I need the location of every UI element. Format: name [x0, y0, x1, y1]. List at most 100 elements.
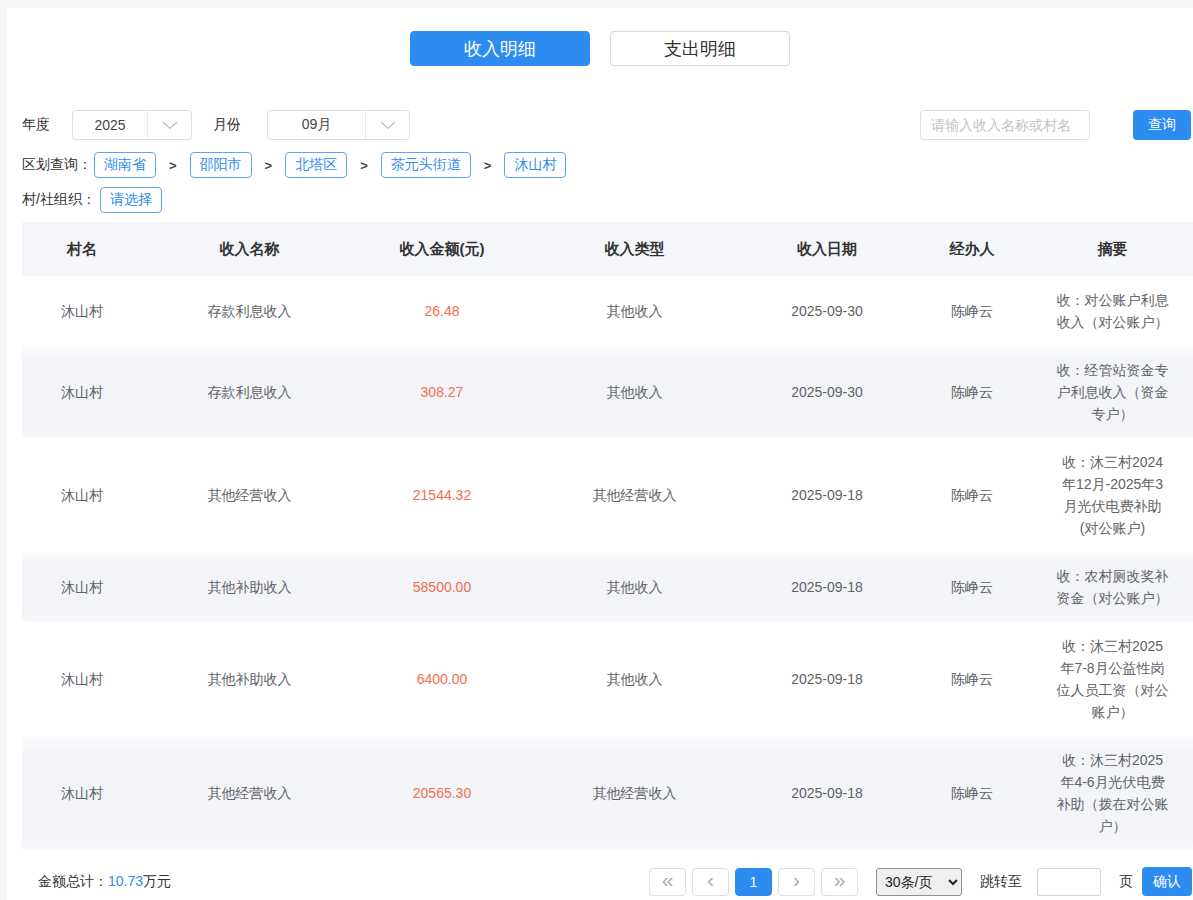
- cell-summary: 收：沐三村2024年12月-2025年3月光伏电费补助(对公账户): [1032, 438, 1193, 552]
- last-page-button[interactable]: »: [821, 868, 858, 896]
- cell-date: 2025-09-18: [742, 622, 912, 736]
- cell-amount: 308.27: [357, 346, 527, 438]
- cell-type: 其他经营收入: [527, 736, 742, 850]
- month-label: 月份: [213, 116, 241, 134]
- cell-village: 沐山村: [22, 276, 142, 346]
- org-select-button[interactable]: 请选择: [100, 187, 162, 213]
- region-street-button[interactable]: 茶元头街道: [381, 152, 471, 178]
- prev-page-button[interactable]: ‹: [692, 868, 729, 896]
- cell-type: 其他收入: [527, 276, 742, 346]
- col-header-summary: 摘要: [1032, 222, 1193, 276]
- cell-income-name: 其他补助收入: [142, 622, 357, 736]
- cell-date: 2025-09-18: [742, 736, 912, 850]
- breadcrumb-separator: >: [169, 158, 177, 173]
- cell-village: 沐山村: [22, 622, 142, 736]
- cell-income-name: 其他经营收入: [142, 736, 357, 850]
- cell-village: 沐山村: [22, 438, 142, 552]
- cell-date: 2025-09-18: [742, 552, 912, 622]
- region-province-button[interactable]: 湖南省: [94, 152, 156, 178]
- pagination: « ‹ 1 › » 30条/页 跳转至 页 确认: [643, 867, 1192, 896]
- search-button[interactable]: 查询: [1133, 110, 1191, 140]
- first-page-button[interactable]: «: [649, 868, 686, 896]
- cell-income-name: 存款利息收入: [142, 346, 357, 438]
- cell-income-name: 其他补助收入: [142, 552, 357, 622]
- table-row: 沐山村 其他经营收入 21544.32 其他经营收入 2025-09-18 陈峥…: [22, 438, 1193, 552]
- cell-type: 其他收入: [527, 622, 742, 736]
- cell-village: 沐山村: [22, 552, 142, 622]
- org-label: 村/社组织：: [22, 191, 96, 209]
- current-page-button[interactable]: 1: [735, 868, 772, 896]
- cell-amount: 20565.30: [357, 736, 527, 850]
- cell-type: 其他经营收入: [527, 438, 742, 552]
- content-panel: 收入明细 支出明细 年度 2025 月份 09月 查询 区划查询： 湖南省 > …: [7, 8, 1193, 900]
- year-label: 年度: [22, 116, 50, 134]
- total-unit: 万元: [143, 873, 171, 889]
- table-row: 沐山村 其他经营收入 20565.30 其他经营收入 2025-09-18 陈峥…: [22, 736, 1193, 850]
- cell-date: 2025-09-30: [742, 276, 912, 346]
- cell-operator: 陈峥云: [912, 736, 1032, 850]
- year-select[interactable]: 2025: [72, 110, 192, 140]
- cell-summary: 收：对公账户利息收入（对公账户）: [1032, 276, 1193, 346]
- income-table: 村名 收入名称 收入金额(元) 收入类型 收入日期 经办人 摘要 沐山村 存款利…: [22, 222, 1193, 850]
- jump-page-input[interactable]: [1037, 868, 1101, 896]
- cell-type: 其他收入: [527, 552, 742, 622]
- search-group: 查询: [920, 110, 1191, 140]
- cell-operator: 陈峥云: [912, 438, 1032, 552]
- year-select-value: 2025: [73, 111, 147, 139]
- total-amount: 金额总计：10.73万元: [38, 873, 171, 891]
- region-village-button[interactable]: 沐山村: [504, 152, 566, 178]
- table-row: 沐山村 其他补助收入 6400.00 其他收入 2025-09-18 陈峥云 收…: [22, 622, 1193, 736]
- cell-summary: 收：沐三村2025年4-6月光伏电费补助（拨在对公账户）: [1032, 736, 1193, 850]
- breadcrumb-separator: >: [484, 158, 492, 173]
- cell-amount: 21544.32: [357, 438, 527, 552]
- cell-amount: 26.48: [357, 276, 527, 346]
- cell-village: 沐山村: [22, 346, 142, 438]
- region-district-button[interactable]: 北塔区: [285, 152, 347, 178]
- total-value: 10.73: [108, 873, 143, 889]
- col-header-income-name: 收入名称: [142, 222, 357, 276]
- jump-to-label: 跳转至: [980, 873, 1022, 891]
- filter-bar: 年度 2025 月份 09月 查询: [22, 110, 1191, 140]
- table-row: 沐山村 存款利息收入 26.48 其他收入 2025-09-30 陈峥云 收：对…: [22, 276, 1193, 346]
- cell-summary: 收：沐三村2025年7-8月公益性岗位人员工资（对公账户）: [1032, 622, 1193, 736]
- month-select-value: 09月: [268, 111, 365, 139]
- breadcrumb-separator: >: [360, 158, 368, 173]
- cell-operator: 陈峥云: [912, 276, 1032, 346]
- search-input[interactable]: [920, 110, 1090, 140]
- region-breadcrumb: 区划查询： 湖南省 > 邵阳市 > 北塔区 > 茶元头街道 > 沐山村: [22, 152, 1193, 178]
- chevron-down-icon: [147, 111, 191, 139]
- cell-date: 2025-09-30: [742, 346, 912, 438]
- tab-bar: 收入明细 支出明细: [7, 8, 1193, 66]
- cell-income-name: 存款利息收入: [142, 276, 357, 346]
- col-header-date: 收入日期: [742, 222, 912, 276]
- cell-operator: 陈峥云: [912, 346, 1032, 438]
- tab-income-detail[interactable]: 收入明细: [410, 31, 590, 66]
- page-size-select[interactable]: 30条/页: [876, 868, 962, 896]
- cell-operator: 陈峥云: [912, 622, 1032, 736]
- region-query-label: 区划查询：: [22, 156, 92, 174]
- month-select[interactable]: 09月: [267, 110, 410, 140]
- footer-bar: 金额总计：10.73万元 « ‹ 1 › » 30条/页 跳转至 页 确认: [22, 867, 1192, 896]
- table-row: 沐山村 存款利息收入 308.27 其他收入 2025-09-30 陈峥云 收：…: [22, 346, 1193, 438]
- total-label: 金额总计：: [38, 873, 108, 889]
- cell-amount: 58500.00: [357, 552, 527, 622]
- org-row: 村/社组织： 请选择: [22, 187, 1193, 213]
- chevron-down-icon: [365, 111, 409, 139]
- cell-summary: 收：经管站资金专户利息收入（资金专户）: [1032, 346, 1193, 438]
- cell-amount: 6400.00: [357, 622, 527, 736]
- tab-expense-detail[interactable]: 支出明细: [610, 31, 790, 66]
- col-header-amount: 收入金额(元): [357, 222, 527, 276]
- cell-summary: 收：农村厕改奖补资金（对公账户）: [1032, 552, 1193, 622]
- confirm-button[interactable]: 确认: [1142, 867, 1192, 896]
- cell-village: 沐山村: [22, 736, 142, 850]
- page-unit-label: 页: [1119, 873, 1133, 891]
- region-city-button[interactable]: 邵阳市: [190, 152, 252, 178]
- cell-date: 2025-09-18: [742, 438, 912, 552]
- col-header-operator: 经办人: [912, 222, 1032, 276]
- table-header-row: 村名 收入名称 收入金额(元) 收入类型 收入日期 经办人 摘要: [22, 222, 1193, 276]
- cell-operator: 陈峥云: [912, 552, 1032, 622]
- next-page-button[interactable]: ›: [778, 868, 815, 896]
- table-row: 沐山村 其他补助收入 58500.00 其他收入 2025-09-18 陈峥云 …: [22, 552, 1193, 622]
- col-header-type: 收入类型: [527, 222, 742, 276]
- cell-income-name: 其他经营收入: [142, 438, 357, 552]
